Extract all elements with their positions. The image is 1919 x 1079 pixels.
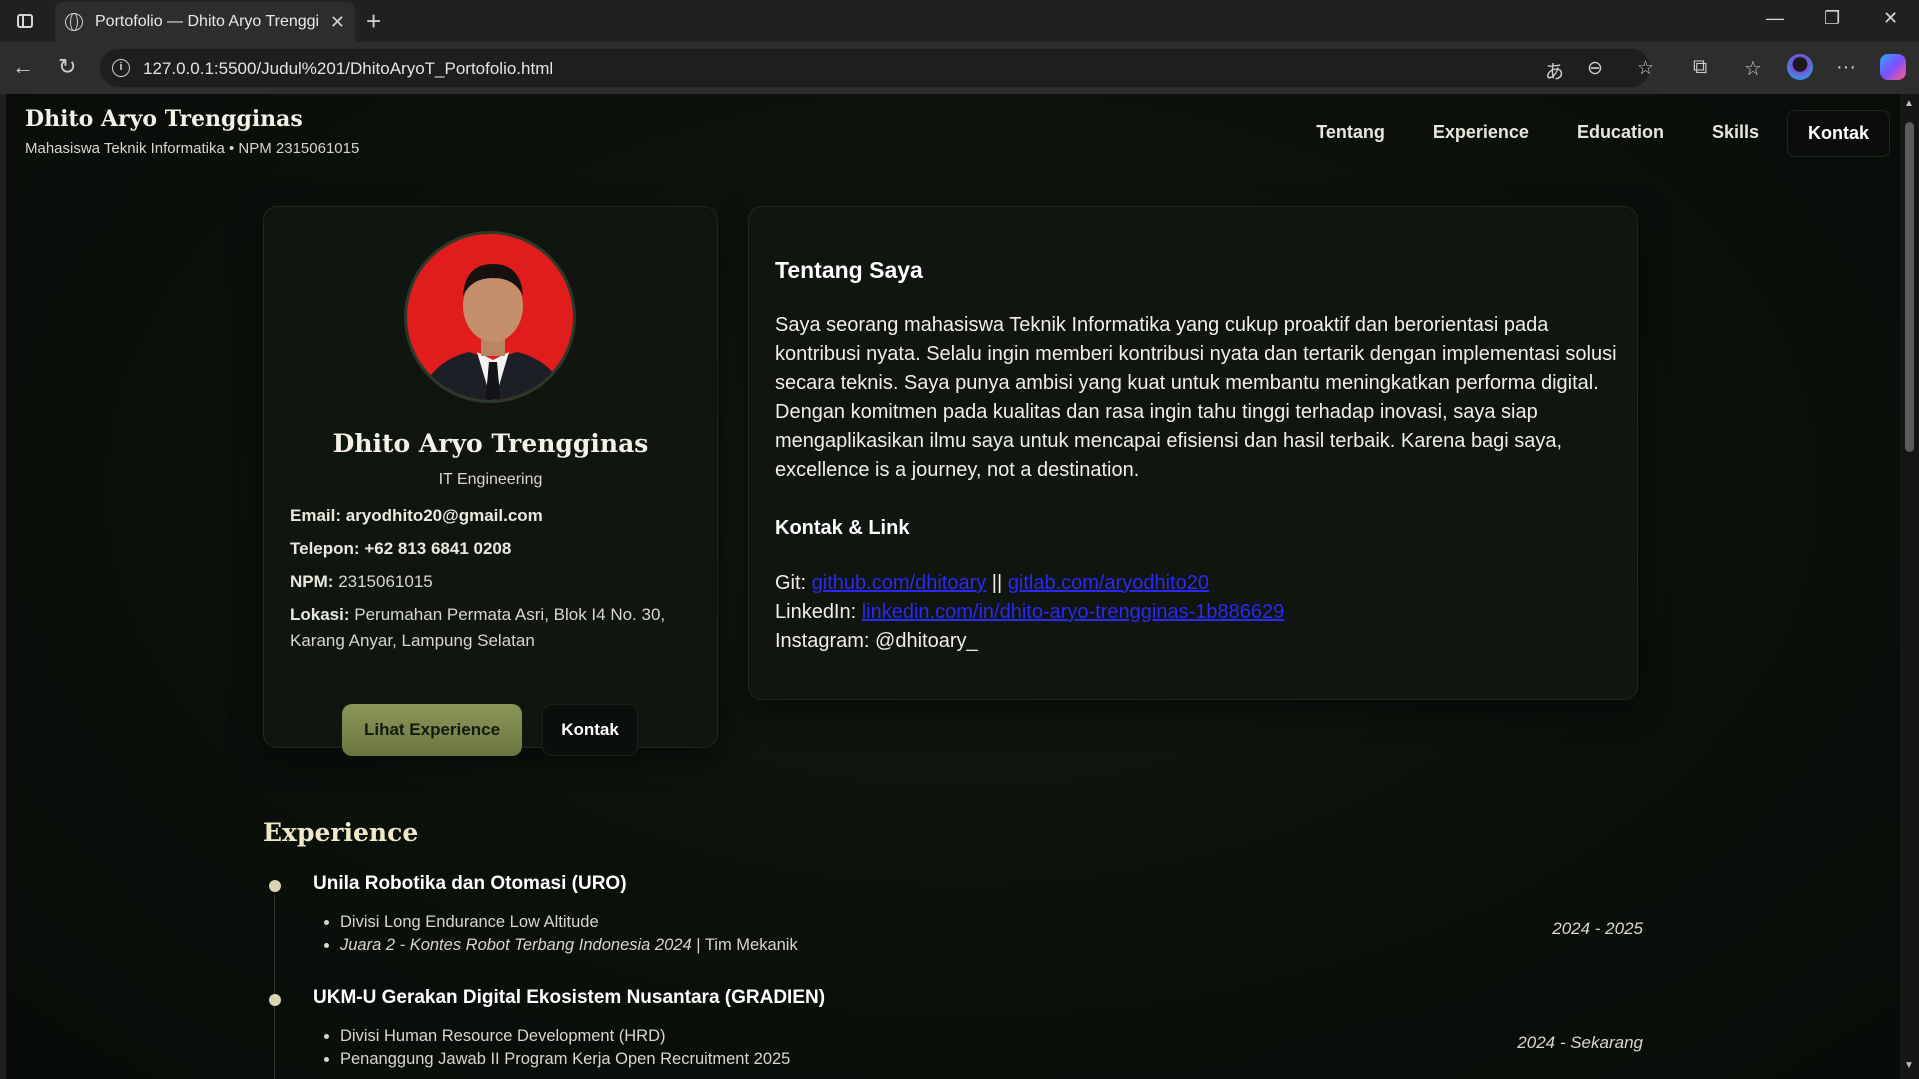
npm-value: 2315061015 — [338, 572, 433, 591]
about-card: Tentang Saya Saya seorang mahasiswa Tekn… — [748, 206, 1638, 700]
page-scrollbar[interactable]: ▲ ▼ — [1900, 94, 1919, 1079]
timeline-dot — [269, 994, 281, 1006]
experience-item: UKM-U Gerakan Digital Ekosistem Nusantar… — [263, 987, 1643, 1077]
achievement-text: Juara 2 - Kontes Robot Terbang Indonesia… — [340, 936, 692, 954]
more-tools-icon[interactable]: ⊖ — [1587, 57, 1603, 80]
git-separator: || — [991, 572, 1003, 594]
git-label: Git: — [775, 572, 807, 594]
experience-bullets: Divisi Long Endurance Low Altitude Juara… — [340, 911, 798, 957]
contact-links: Git: github.com/dhitoary || gitlab.com/a… — [775, 569, 1284, 656]
timeline-dot — [269, 880, 281, 892]
links-title: Kontak & Link — [775, 517, 910, 539]
npm-row: NPM: 2315061015 — [290, 569, 690, 595]
profile-photo — [404, 231, 576, 403]
experience-bullet: Penanggung Jawab II Program Kerja Open R… — [340, 1048, 790, 1071]
linkedin-label: LinkedIn: — [775, 601, 857, 623]
browser-tab-bar: Portofolio — Dhito Aryo Trengginas ✕ + —… — [0, 0, 1919, 42]
translate-icon[interactable]: あ — [1545, 57, 1564, 84]
extensions-icon[interactable]: ⧉ — [1693, 56, 1707, 79]
settings-more-icon[interactable]: ··· — [1836, 56, 1856, 79]
globe-icon — [65, 13, 83, 31]
linkedin-row: LinkedIn: linkedin.com/in/dhito-aryo-tre… — [775, 598, 1284, 627]
experience-bullet: Divisi Human Resource Development (HRD) — [340, 1025, 790, 1048]
site-header: Dhito Aryo Trengginas Mahasiswa Teknik I… — [6, 94, 1900, 174]
team-text: Tim Mekanik — [704, 936, 798, 954]
experience-bullet: Juara 2 - Kontes Robot Terbang Indonesia… — [340, 934, 798, 957]
nav-education[interactable]: Education — [1557, 110, 1684, 157]
minimize-icon[interactable]: — — [1766, 8, 1784, 29]
profile-avatar[interactable] — [1787, 54, 1813, 80]
nav-kontak[interactable]: Kontak — [1786, 110, 1890, 157]
experience-org: Unila Robotika dan Otomasi (URO) — [313, 873, 627, 894]
favorite-star-icon[interactable]: ☆ — [1637, 57, 1654, 80]
contact-button[interactable]: Kontak — [542, 704, 638, 756]
browser-tab[interactable]: Portofolio — Dhito Aryo Trengginas ✕ — [55, 2, 355, 42]
location-label: Lokasi: — [290, 605, 350, 624]
back-icon[interactable]: ← — [12, 54, 34, 80]
restore-icon[interactable]: ❐ — [1824, 8, 1840, 29]
view-experience-button[interactable]: Lihat Experience — [342, 704, 522, 756]
experience-bullet: Divisi Long Endurance Low Altitude — [340, 911, 798, 934]
email-label: Email: — [290, 506, 342, 525]
experience-item: Unila Robotika dan Otomasi (URO) Divisi … — [263, 873, 1643, 973]
sidebar-toggle-icon[interactable] — [10, 8, 40, 34]
tab-title: Portofolio — Dhito Aryo Trengginas — [95, 13, 320, 30]
nav-experience[interactable]: Experience — [1413, 110, 1549, 157]
site-brand-name: Dhito Aryo Trengginas — [25, 106, 303, 132]
site-info-icon[interactable]: i — [112, 59, 130, 77]
npm-label: NPM: — [290, 572, 334, 591]
scroll-up-icon[interactable]: ▲ — [1904, 98, 1914, 109]
about-text: Saya seorang mahasiswa Teknik Informatik… — [775, 314, 1617, 481]
experience-section-title: Experience — [263, 818, 419, 847]
gitlab-link[interactable]: gitlab.com/aryodhito20 — [1008, 572, 1209, 594]
phone-row: Telepon: +62 813 6841 0208 — [290, 536, 690, 562]
profile-role: IT Engineering — [438, 471, 543, 488]
profile-card: Dhito Aryo Trengginas IT Engineering Ema… — [263, 206, 718, 756]
scroll-down-icon[interactable]: ▼ — [1904, 1060, 1914, 1071]
location-row: Lokasi: Perumahan Permata Asri, Blok I4 … — [290, 602, 690, 654]
profile-info: Email: aryodhito20@gmail.com Telepon: +6… — [290, 503, 690, 661]
profile-name: Dhito Aryo Trengginas — [332, 429, 649, 458]
url-field[interactable]: i 127.0.0.1:5500/Judul%201/DhitoAryoT_Po… — [100, 49, 1654, 87]
experience-bullets: Divisi Human Resource Development (HRD) … — [340, 1025, 790, 1071]
reload-icon[interactable]: ↻ — [58, 54, 76, 80]
scrollbar-thumb[interactable] — [1905, 122, 1914, 452]
new-tab-icon[interactable]: + — [366, 6, 381, 37]
email-value: aryodhito20@gmail.com — [345, 506, 543, 525]
nav-tentang[interactable]: Tentang — [1296, 110, 1405, 157]
about-title: Tentang Saya — [775, 257, 923, 283]
page-viewport: Dhito Aryo Trengginas Mahasiswa Teknik I… — [6, 94, 1919, 1079]
main-nav: Tentang Experience Education Skills Kont… — [1296, 110, 1890, 157]
nav-skills[interactable]: Skills — [1692, 110, 1779, 157]
favorites-icon[interactable]: ☆ — [1744, 56, 1762, 81]
experience-org: UKM-U Gerakan Digital Ekosistem Nusantar… — [313, 987, 826, 1008]
instagram-label: Instagram: — [775, 630, 870, 652]
close-tab-icon[interactable]: ✕ — [330, 12, 345, 33]
instagram-row: Instagram: @dhitoary_ — [775, 627, 1284, 656]
phone-value: +62 813 6841 0208 — [364, 539, 512, 558]
linkedin-link[interactable]: linkedin.com/in/dhito-aryo-trengginas-1b… — [862, 601, 1284, 623]
person-portrait-icon — [418, 264, 568, 400]
site-brand-subtitle: Mahasiswa Teknik Informatika • NPM 23150… — [25, 140, 360, 157]
address-bar: ← ↻ i 127.0.0.1:5500/Judul%201/DhitoAryo… — [0, 42, 1919, 94]
phone-label: Telepon: — [290, 539, 360, 558]
git-row: Git: github.com/dhitoary || gitlab.com/a… — [775, 569, 1284, 598]
instagram-handle: @dhitoary_ — [875, 630, 978, 652]
experience-period: 2024 - Sekarang — [1517, 1033, 1643, 1052]
copilot-icon[interactable] — [1880, 54, 1906, 80]
email-row: Email: aryodhito20@gmail.com — [290, 503, 690, 529]
github-link[interactable]: github.com/dhitoary — [812, 572, 987, 594]
url-text[interactable]: 127.0.0.1:5500/Judul%201/DhitoAryoT_Port… — [143, 59, 553, 79]
experience-period: 2024 - 2025 — [1552, 919, 1643, 938]
close-window-icon[interactable]: ✕ — [1883, 8, 1898, 29]
